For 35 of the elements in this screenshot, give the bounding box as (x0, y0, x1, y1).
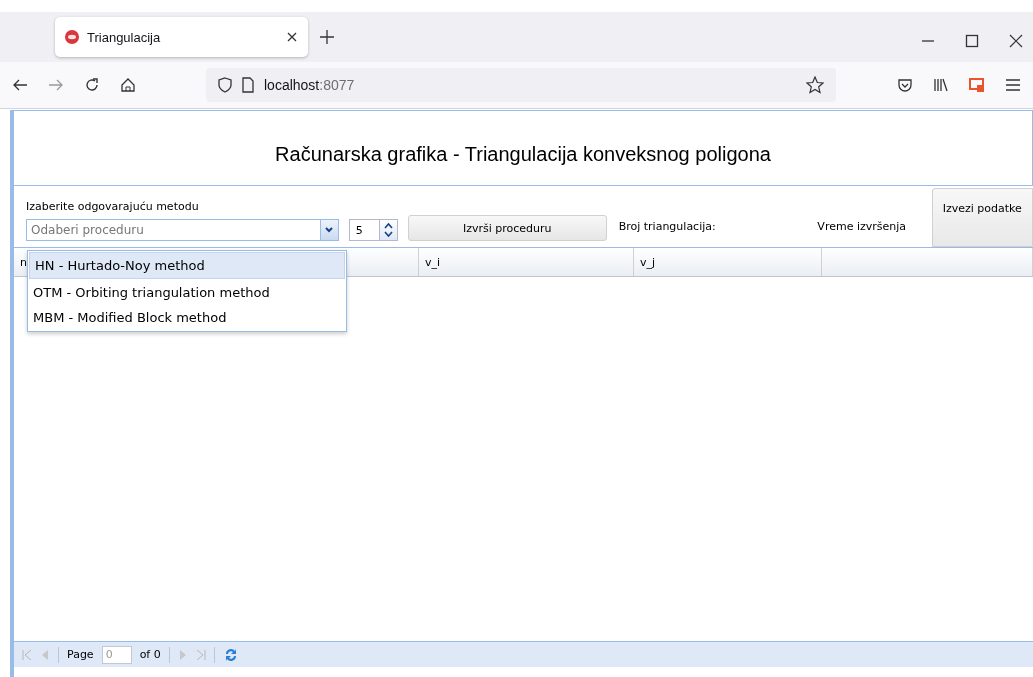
page-icon[interactable] (242, 77, 254, 93)
export-button[interactable]: Izvezi podatke (931, 188, 1033, 247)
shield-icon[interactable] (218, 77, 232, 93)
pocket-icon[interactable] (897, 77, 913, 93)
page-title: Računarska grafika - Triangulacija konveksnog poligona (14, 110, 1033, 186)
library-icon[interactable] (933, 77, 949, 93)
run-button[interactable]: Izvrši proceduru (407, 215, 607, 241)
column-header[interactable]: v_i (425, 256, 441, 269)
column-header[interactable]: n (20, 256, 27, 269)
page-label: Page (67, 648, 94, 661)
menu-icon[interactable] (1005, 78, 1021, 92)
new-tab-icon[interactable] (320, 30, 334, 44)
address-bar[interactable]: localhost:8077 (206, 68, 836, 102)
app-logo-icon (65, 30, 79, 44)
extension-icon[interactable] (969, 77, 985, 93)
browser-tab[interactable]: Triangulacija (55, 17, 308, 57)
dropdown-option[interactable]: HN - Hurtado-Noy method (29, 252, 345, 279)
column-header[interactable]: v_j (640, 256, 656, 269)
page-count-label: of 0 (139, 648, 161, 661)
number-spinner[interactable]: 5 (348, 219, 398, 241)
tab-title: Triangulacija (87, 29, 162, 45)
maximize-icon[interactable] (965, 34, 979, 48)
close-icon[interactable] (286, 31, 298, 43)
url-text: localhost:8077 (264, 77, 355, 93)
dropdown-option[interactable]: MBM - Modified Block method (28, 305, 346, 330)
forward-arrow-icon[interactable] (48, 78, 64, 92)
reload-icon[interactable] (84, 77, 100, 93)
star-icon[interactable] (806, 76, 824, 94)
close-icon[interactable] (1009, 34, 1023, 48)
time-label: Vreme izvršenja (817, 220, 908, 233)
home-icon[interactable] (120, 77, 136, 93)
count-label: Broj triangulacija: (618, 220, 717, 233)
back-arrow-icon[interactable] (12, 78, 28, 92)
method-label: Izaberite odgovarajuću metodu (26, 200, 199, 213)
dropdown-option[interactable]: OTM - Orbiting triangulation method (28, 280, 346, 305)
